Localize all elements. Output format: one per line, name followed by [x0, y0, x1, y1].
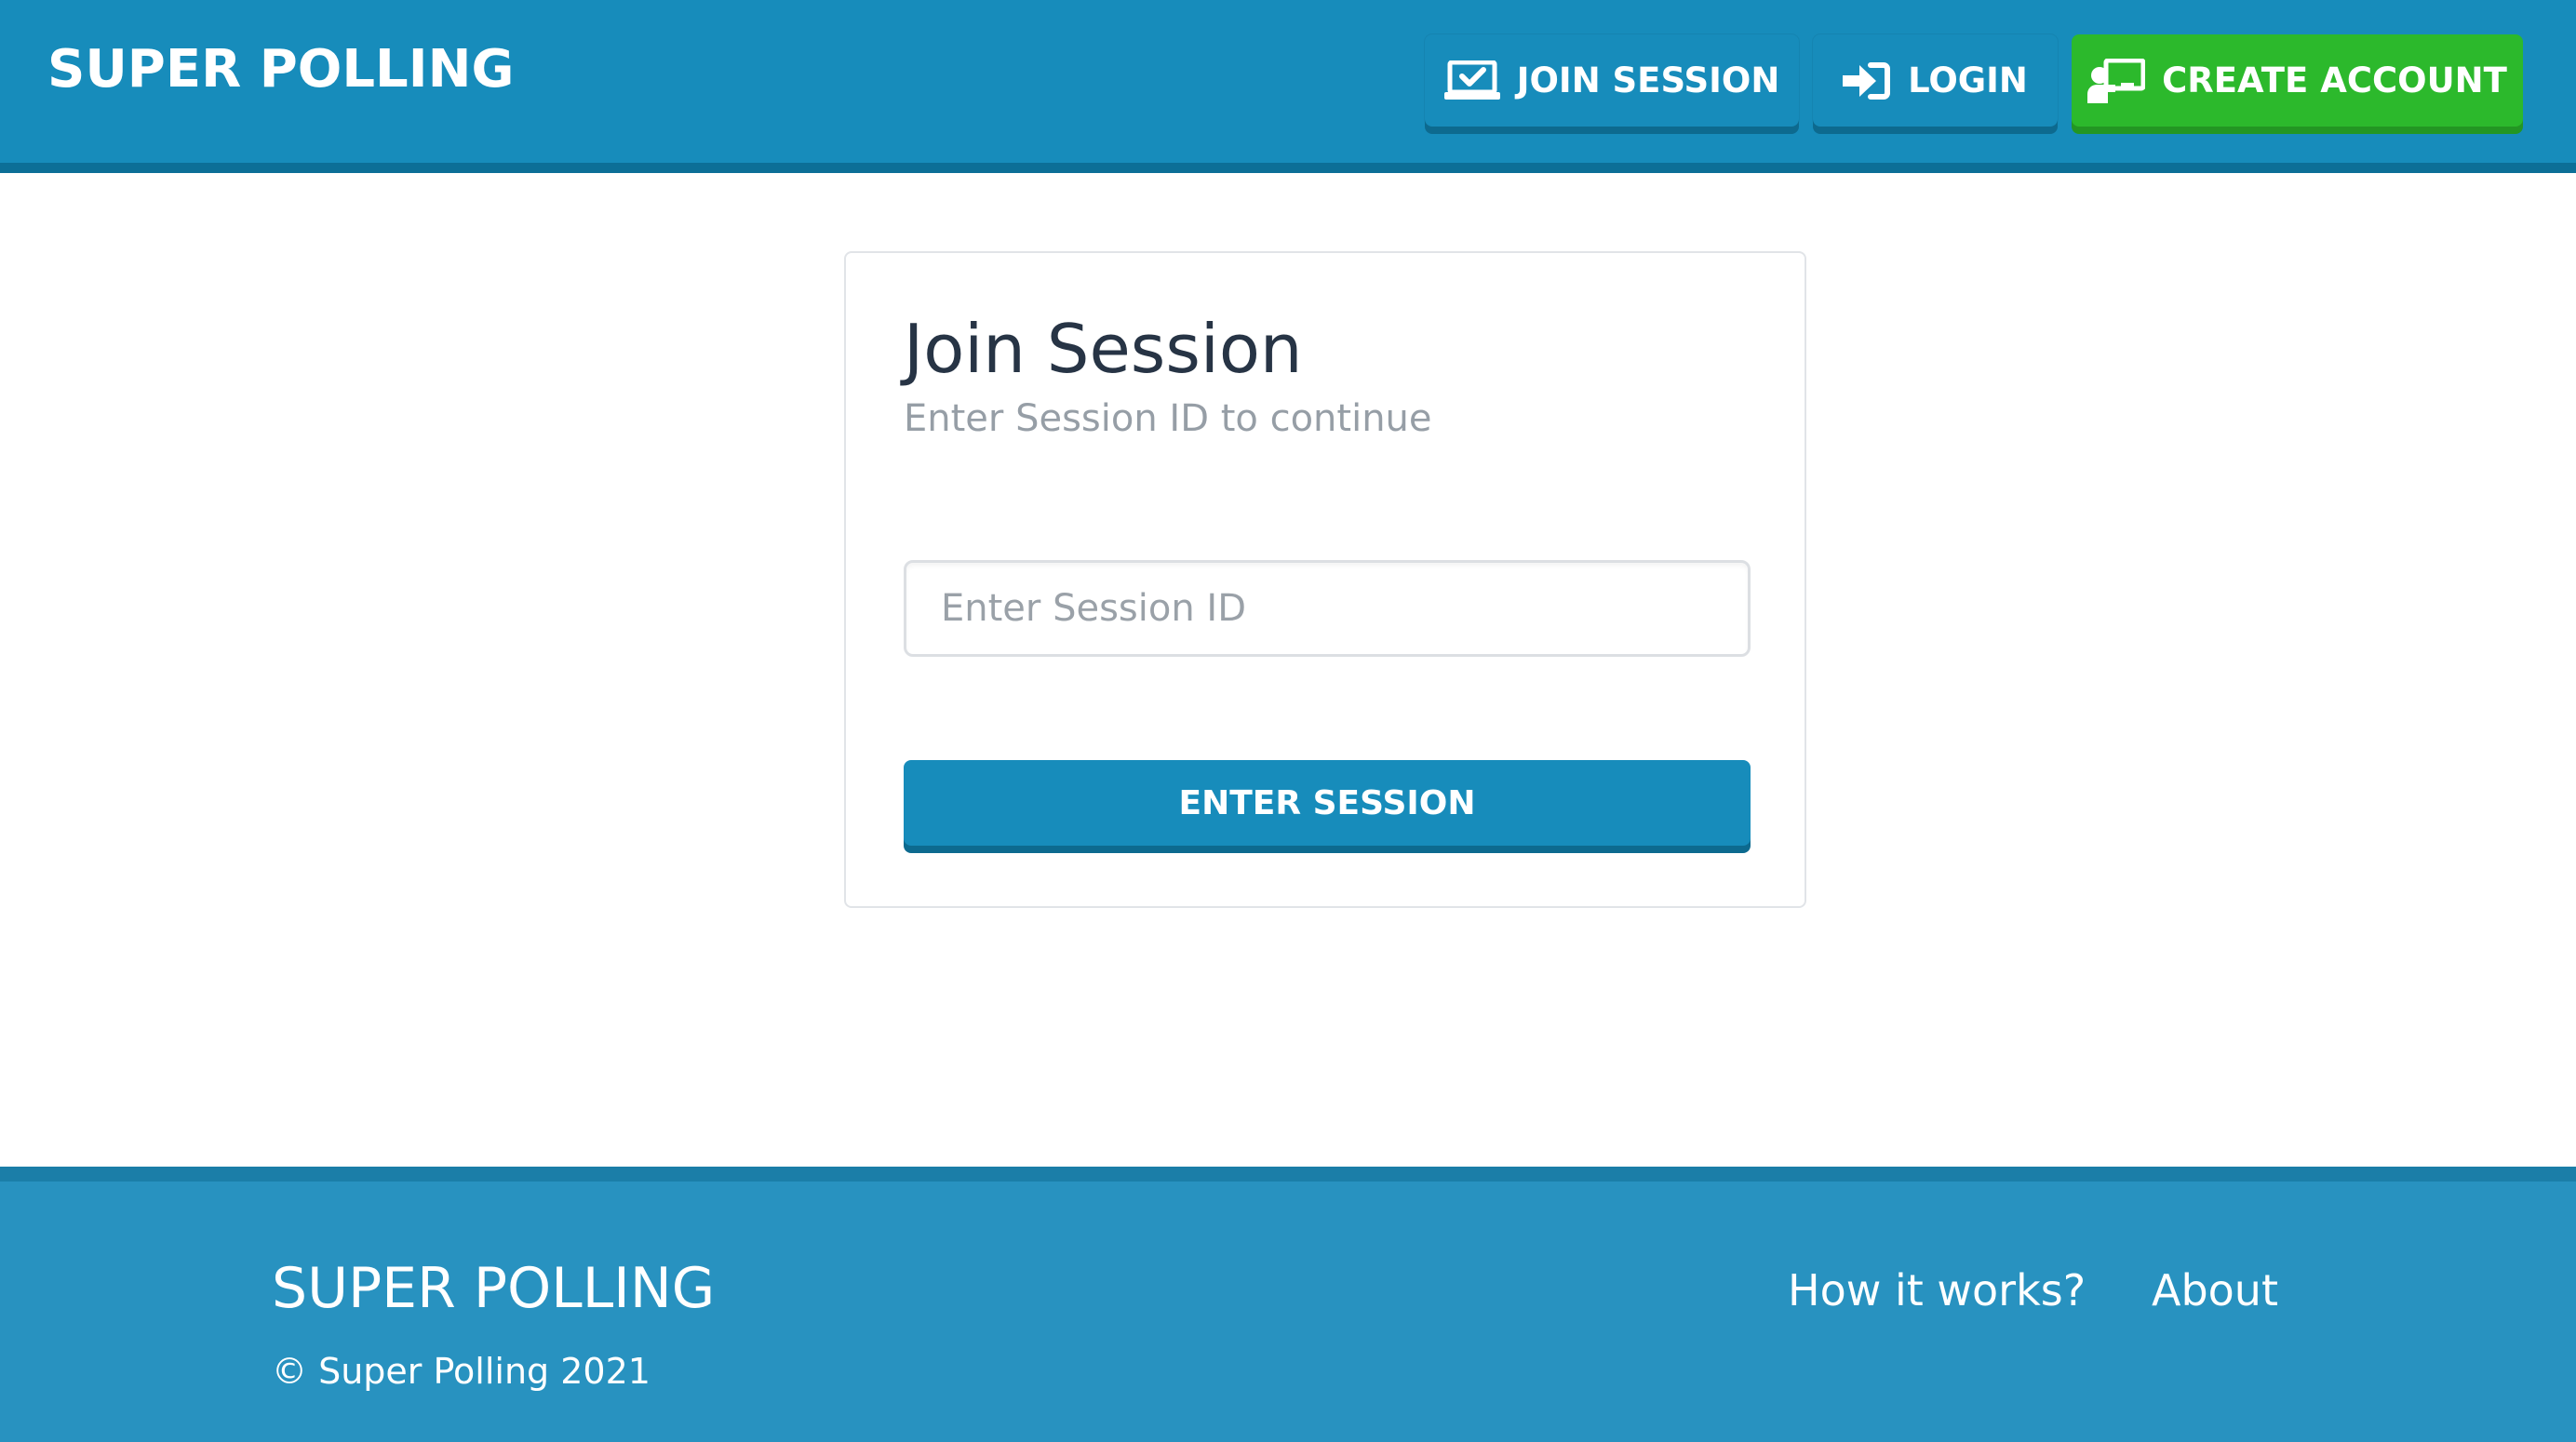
login-nav-button[interactable]: LOGIN: [1813, 34, 2058, 127]
join-session-nav-label: JOIN SESSION: [1516, 60, 1780, 100]
brand-logo-text[interactable]: SUPER POLLING: [47, 39, 514, 100]
enter-session-button[interactable]: ENTER SESSION: [904, 760, 1751, 846]
session-id-input[interactable]: [904, 560, 1751, 657]
laptop-check-icon: [1443, 60, 1500, 101]
join-session-nav-button[interactable]: JOIN SESSION: [1425, 34, 1799, 127]
page-subtitle: Enter Session ID to continue: [904, 397, 1432, 440]
footer-link-about[interactable]: About: [2152, 1263, 2278, 1317]
top-navbar: SUPER POLLING JOIN SESSION LOGIN CREATE …: [0, 0, 2576, 173]
chalkboard-teacher-icon: [2087, 58, 2146, 103]
create-account-nav-label: CREATE ACCOUNT: [2162, 60, 2507, 100]
page-title: Join Session: [904, 310, 1303, 388]
join-session-card: Join Session Enter Session ID to continu…: [844, 251, 1806, 908]
footer-link-how-it-works[interactable]: How it works?: [1788, 1263, 2086, 1317]
create-account-nav-button[interactable]: CREATE ACCOUNT: [2072, 34, 2523, 127]
sign-in-icon: [1843, 61, 1891, 100]
footer-copyright: © Super Polling 2021: [272, 1351, 651, 1392]
page-footer: SUPER POLLING © Super Polling 2021 How i…: [0, 1167, 2576, 1442]
footer-brand: SUPER POLLING: [272, 1256, 716, 1321]
login-nav-label: LOGIN: [1908, 60, 2028, 100]
